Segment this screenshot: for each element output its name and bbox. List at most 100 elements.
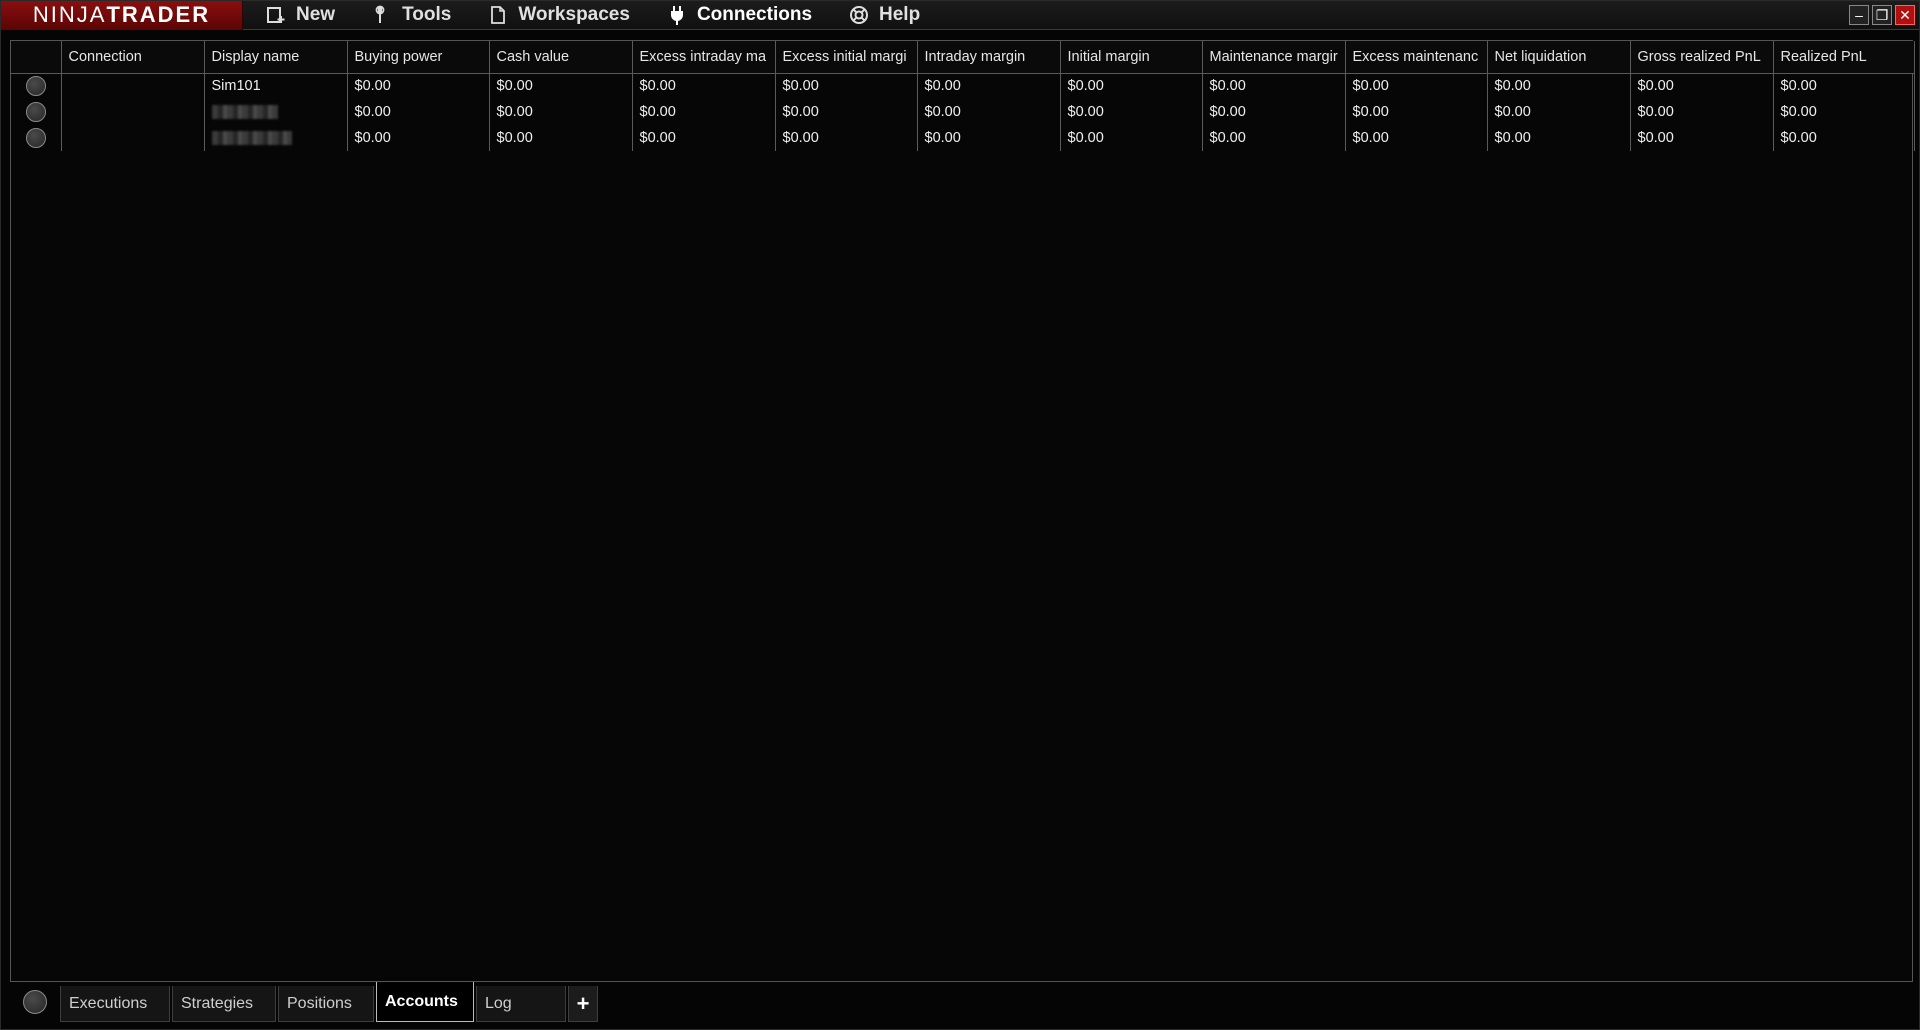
display-name-cell xyxy=(204,125,348,151)
accounts-table: Connection Display name Buying power Cas… xyxy=(11,41,1915,151)
tab-executions[interactable]: Executions xyxy=(60,986,170,1022)
value-cell: $0.00 xyxy=(1773,73,1915,99)
add-tab-button[interactable]: + xyxy=(568,986,598,1022)
column-header-cash-value[interactable]: Cash value xyxy=(489,41,633,74)
value-cell: $0.00 xyxy=(1345,99,1488,125)
tab-strategies[interactable]: Strategies xyxy=(172,986,276,1022)
redacted-display-name xyxy=(211,131,292,146)
lifebuoy-icon xyxy=(848,4,870,26)
value-cell: $0.00 xyxy=(1773,99,1915,125)
menu-connections[interactable]: Connections xyxy=(644,1,826,30)
value-cell: $0.00 xyxy=(1630,73,1774,99)
logo-text-trader: TRADER xyxy=(106,2,211,27)
menu-help-label: Help xyxy=(879,4,921,25)
connection-status-icon xyxy=(25,128,46,148)
column-header-maintenance-margin[interactable]: Maintenance margir xyxy=(1202,41,1346,74)
tab-positions[interactable]: Positions xyxy=(278,986,374,1022)
value-cell: $0.00 xyxy=(1202,73,1346,99)
connection-status-icon xyxy=(23,990,47,1014)
menu-tools[interactable]: Tools xyxy=(349,1,465,30)
tab-log[interactable]: Log xyxy=(476,986,566,1022)
tab-accounts[interactable]: Accounts xyxy=(376,982,474,1022)
value-cell: $0.00 xyxy=(917,125,1061,151)
value-cell: $0.00 xyxy=(347,125,490,151)
value-cell: $0.00 xyxy=(1345,125,1488,151)
new-window-icon xyxy=(265,4,287,26)
display-name-cell xyxy=(204,99,348,125)
status-cell xyxy=(11,125,62,151)
value-cell: $0.00 xyxy=(489,73,633,99)
value-cell: $0.00 xyxy=(1060,99,1203,125)
table-row[interactable]: Sim101 $0.00 $0.00 $0.00 $0.00 $0.00 $0.… xyxy=(11,73,1915,99)
menu-tools-label: Tools xyxy=(402,4,452,25)
ninjatrader-logo[interactable]: NINJA TRADER xyxy=(1,0,243,30)
value-cell: $0.00 xyxy=(632,99,776,125)
menu-help[interactable]: Help xyxy=(826,1,934,30)
overall-connection-status[interactable] xyxy=(10,982,60,1022)
column-header-initial-margin[interactable]: Initial margin xyxy=(1060,41,1203,74)
value-cell: $0.00 xyxy=(1060,125,1203,151)
value-cell: $0.00 xyxy=(775,125,918,151)
value-cell: $0.00 xyxy=(347,99,490,125)
minimize-button[interactable]: – xyxy=(1849,5,1869,25)
plug-icon xyxy=(666,4,688,26)
menu-workspaces-label: Workspaces xyxy=(518,4,630,25)
column-header-intraday-margin[interactable]: Intraday margin xyxy=(917,41,1061,74)
connection-status-icon xyxy=(25,102,46,122)
column-header-status[interactable] xyxy=(11,41,62,74)
header-row: Connection Display name Buying power Cas… xyxy=(11,41,1915,74)
connection-cell xyxy=(61,73,205,99)
wrench-icon xyxy=(371,4,393,26)
value-cell: $0.00 xyxy=(1345,73,1488,99)
value-cell: $0.00 xyxy=(775,99,918,125)
display-name-cell: Sim101 xyxy=(204,73,348,99)
restore-button[interactable]: ❐ xyxy=(1872,5,1892,25)
column-header-display-name[interactable]: Display name xyxy=(204,41,348,74)
status-cell xyxy=(11,99,62,125)
menu-new-label: New xyxy=(296,4,336,25)
value-cell: $0.00 xyxy=(1630,99,1774,125)
connection-status-icon xyxy=(25,76,46,97)
column-header-excess-maintenance[interactable]: Excess maintenanc xyxy=(1345,41,1488,74)
value-cell: $0.00 xyxy=(632,73,776,99)
value-cell: $0.00 xyxy=(1487,73,1631,99)
value-cell: $0.00 xyxy=(1487,99,1631,125)
value-cell: $0.00 xyxy=(775,73,918,99)
menu-connections-label: Connections xyxy=(696,4,813,25)
value-cell: $0.00 xyxy=(489,99,633,125)
document-icon xyxy=(487,4,509,26)
menu-workspaces[interactable]: Workspaces xyxy=(465,1,644,30)
menu-new[interactable]: New xyxy=(243,1,349,30)
column-header-excess-initial-margin[interactable]: Excess initial margi xyxy=(775,41,918,74)
logo-text-ninja: NINJA xyxy=(32,2,107,27)
value-cell: $0.00 xyxy=(632,125,776,151)
column-header-net-liquidation[interactable]: Net liquidation xyxy=(1487,41,1631,74)
column-header-connection[interactable]: Connection xyxy=(61,41,205,74)
value-cell: $0.00 xyxy=(917,73,1061,99)
value-cell: $0.00 xyxy=(1060,73,1203,99)
column-header-gross-realized-pnl[interactable]: Gross realized PnL xyxy=(1630,41,1774,74)
value-cell: $0.00 xyxy=(1202,125,1346,151)
redacted-display-name xyxy=(211,105,278,120)
column-header-buying-power[interactable]: Buying power xyxy=(347,41,490,74)
window-controls: – ❐ ✕ xyxy=(1849,5,1915,25)
column-header-excess-intraday-margin[interactable]: Excess intraday ma xyxy=(632,41,776,74)
status-cell xyxy=(11,73,62,99)
table-row[interactable]: $0.00 $0.00 $0.00 $0.00 $0.00 $0.00 $0.0… xyxy=(11,125,1915,151)
value-cell: $0.00 xyxy=(917,99,1061,125)
table-row[interactable]: $0.00 $0.00 $0.00 $0.00 $0.00 $0.00 $0.0… xyxy=(11,99,1915,125)
accounts-grid: Connection Display name Buying power Cas… xyxy=(10,40,1915,982)
menu-bar: NINJA TRADER New Tools Workspaces Connect xyxy=(1,0,1919,30)
connection-cell xyxy=(61,125,205,151)
value-cell: $0.00 xyxy=(1630,125,1774,151)
value-cell: $0.00 xyxy=(1773,125,1915,151)
value-cell: $0.00 xyxy=(1487,125,1631,151)
value-cell: $0.00 xyxy=(1202,99,1346,125)
close-button[interactable]: ✕ xyxy=(1895,5,1915,25)
connection-cell xyxy=(61,99,205,125)
control-center-window: NINJA TRADER New Tools Workspaces Connect xyxy=(0,0,1920,1030)
column-header-realized-pnl[interactable]: Realized PnL xyxy=(1773,41,1915,74)
bottom-tab-bar: Executions Strategies Positions Accounts… xyxy=(10,982,1010,1022)
value-cell: $0.00 xyxy=(347,73,490,99)
value-cell: $0.00 xyxy=(489,125,633,151)
